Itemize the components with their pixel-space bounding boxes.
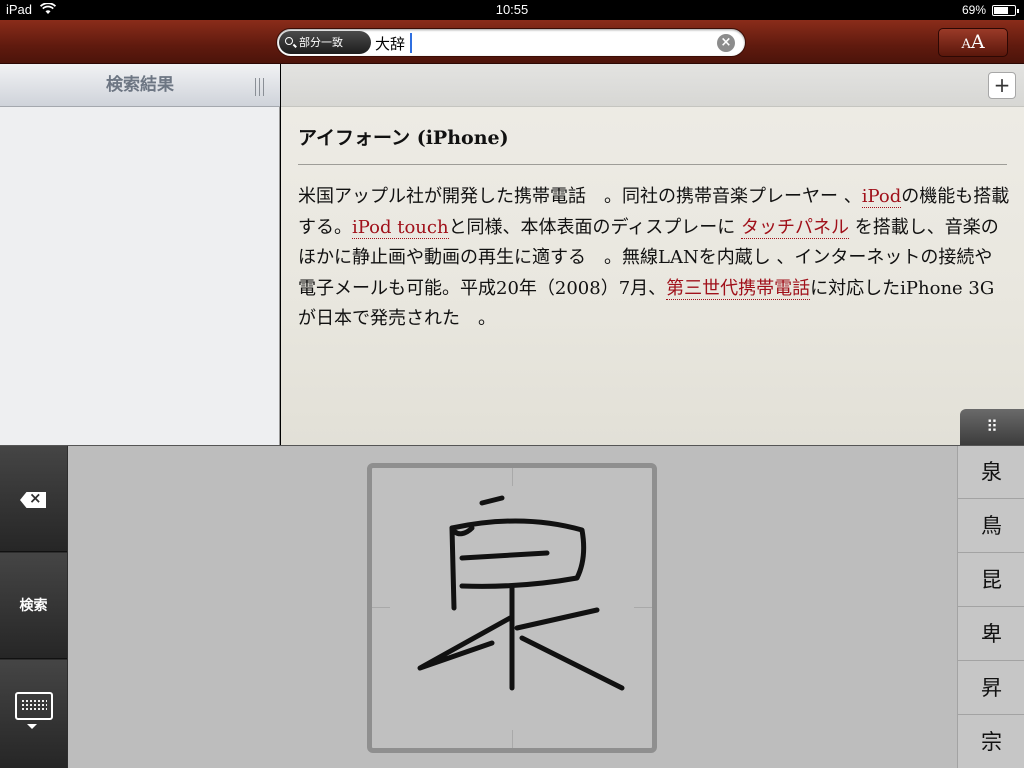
divider bbox=[298, 164, 1007, 165]
backspace-icon bbox=[20, 492, 46, 508]
search-results-pane: 検索結果 bbox=[0, 64, 280, 445]
candidate-item[interactable]: 昇 bbox=[958, 662, 1024, 715]
hide-keyboard-button[interactable] bbox=[0, 660, 67, 768]
entry-title: アイフォーン (iPhone) bbox=[298, 127, 509, 149]
search-results-header: 検索結果 bbox=[0, 64, 280, 107]
add-bookmark-button[interactable]: + bbox=[988, 72, 1016, 99]
battery-percent: 69% bbox=[961, 3, 986, 17]
search-bar: 部分一致 × bbox=[276, 28, 746, 57]
grip-handle-icon[interactable] bbox=[255, 78, 264, 96]
top-toolbar: 部分一致 × AA bbox=[0, 20, 1024, 64]
candidate-item[interactable]: 鳥 bbox=[958, 500, 1024, 553]
font-size-big-label: A bbox=[970, 31, 985, 53]
entry-text: 米国アップル社が開発した携帯電話 。同社の携帯音楽プレーヤー 、 bbox=[298, 186, 862, 207]
battery-icon bbox=[992, 5, 1019, 16]
candidate-list: 泉鳥昆卑昇宗 bbox=[957, 446, 1024, 768]
search-scope-button[interactable]: 部分一致 bbox=[279, 31, 371, 54]
entry-link[interactable]: iPod bbox=[861, 186, 902, 208]
clock: 10:55 bbox=[495, 2, 529, 17]
keyboard-toggle-button[interactable]: ⠿ bbox=[960, 409, 1024, 445]
backspace-button[interactable] bbox=[0, 446, 67, 552]
text-cursor bbox=[410, 33, 412, 53]
entry-text: と同様、本体表面のディスプレーに bbox=[448, 216, 742, 238]
keyboard-side-keys: 検索 bbox=[0, 446, 68, 768]
clear-icon[interactable]: × bbox=[717, 34, 735, 52]
search-key[interactable]: 検索 bbox=[0, 553, 67, 659]
font-size-button[interactable]: AA bbox=[938, 28, 1008, 57]
handwriting-pad[interactable] bbox=[367, 463, 657, 753]
handwritten-strokes bbox=[417, 495, 625, 691]
search-icon bbox=[285, 37, 293, 45]
entry-pane: + アイフォーン (iPhone) 米国アップル社が開発した携帯電話 。同社の携… bbox=[281, 64, 1024, 445]
candidate-item[interactable]: 卑 bbox=[958, 608, 1024, 661]
entry-header: + bbox=[281, 64, 1024, 107]
keyboard-icon bbox=[15, 692, 53, 720]
search-input[interactable] bbox=[375, 32, 705, 54]
keyboard-grid-icon: ⠿ bbox=[986, 417, 998, 436]
candidate-item[interactable]: 泉 bbox=[958, 446, 1024, 499]
search-results-title: 検索結果 bbox=[106, 75, 174, 95]
status-bar: iPad 10:55 69% bbox=[0, 0, 1024, 20]
candidate-item[interactable]: 昆 bbox=[958, 554, 1024, 607]
search-scope-label: 部分一致 bbox=[299, 36, 343, 49]
candidate-item[interactable]: 宗 bbox=[958, 716, 1024, 768]
entry-link[interactable]: 第三世代携帯電話 bbox=[666, 277, 811, 300]
chevron-down-icon bbox=[27, 724, 37, 729]
entry-body: 米国アップル社が開発した携帯電話 。同社の携帯音楽プレーヤー 、iPodの機能も… bbox=[298, 182, 1010, 335]
handwriting-keyboard: 検索 泉鳥昆卑昇宗 bbox=[0, 445, 1024, 768]
font-size-small-label: A bbox=[961, 37, 971, 52]
entry-link[interactable]: iPod touch bbox=[352, 216, 449, 239]
entry-link[interactable]: タッチパネル bbox=[741, 216, 850, 239]
